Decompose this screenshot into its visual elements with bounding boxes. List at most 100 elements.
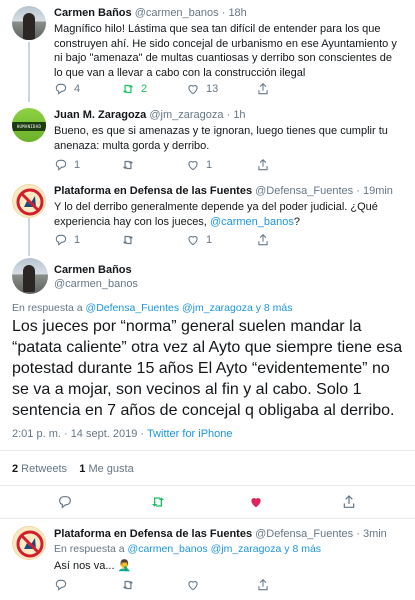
share-button[interactable] xyxy=(256,233,270,247)
reply-icon xyxy=(55,234,67,246)
like-count: 1 xyxy=(206,159,213,171)
no-entry-logo-icon xyxy=(16,530,44,558)
retweet-icon xyxy=(122,84,134,94)
author-handle[interactable]: @Defensa_Fuentes xyxy=(255,185,353,197)
share-button[interactable] xyxy=(341,494,357,515)
share-icon xyxy=(258,234,268,246)
tweet-stats: 2 Retweets 1 Me gusta xyxy=(12,463,134,475)
retweet-icon xyxy=(122,580,134,590)
mention-link[interactable]: @carmen_banos xyxy=(210,216,294,228)
dot-separator: · xyxy=(356,528,360,540)
retweet-count: 2 xyxy=(141,83,148,95)
reply-button[interactable]: 1 xyxy=(54,233,80,247)
reply-count: 4 xyxy=(74,83,81,95)
retweets-label: Retweets xyxy=(18,463,68,475)
share-button[interactable] xyxy=(256,158,270,172)
author-name[interactable]: Juan M. Zaragoza xyxy=(54,109,146,121)
reply-icon xyxy=(59,496,71,509)
tweet-time[interactable]: 18h xyxy=(228,7,246,19)
reply-icon xyxy=(55,83,67,95)
tweet-header: Juan M. Zaragoza @jm_zaragoza · 1h xyxy=(54,108,246,122)
tweet-zaragoza[interactable]: HUMANIDAD Juan M. Zaragoza @jm_zaragoza … xyxy=(0,106,415,176)
retweet-button[interactable] xyxy=(121,233,135,247)
tweet-plataforma-1[interactable]: Plataforma en Defensa de las Fuentes @De… xyxy=(0,180,415,252)
author-handle[interactable]: @jm_zaragoza xyxy=(149,109,223,121)
dot-separator: · xyxy=(356,185,360,197)
reply-mentions[interactable]: @Defensa_Fuentes @jm_zaragoza xyxy=(86,302,253,314)
tweet-actions xyxy=(54,578,354,594)
tweet-carmen-1[interactable]: Carmen Baños @carmen_banos · 18h Magnífi… xyxy=(0,0,415,104)
like-button[interactable]: 1 xyxy=(186,158,212,172)
reply-button[interactable] xyxy=(57,494,73,515)
avatar[interactable]: HUMANIDAD xyxy=(12,108,46,142)
share-icon xyxy=(258,579,268,591)
divider xyxy=(0,518,415,519)
like-button[interactable]: 1 xyxy=(186,233,212,247)
like-button[interactable] xyxy=(248,494,264,515)
share-button[interactable] xyxy=(256,82,270,96)
author-name[interactable]: Carmen Baños xyxy=(54,7,132,19)
tweet-header: Plataforma en Defensa de las Fuentes @De… xyxy=(54,184,393,198)
tweet-text: Bueno, es que si amenazas y te ignoran, … xyxy=(54,125,388,152)
author-name[interactable]: Carmen Baños xyxy=(54,263,138,277)
author-name[interactable]: Plataforma en Defensa de las Fuentes xyxy=(54,528,252,540)
avatar[interactable] xyxy=(12,526,46,560)
tweet-text-part: ? xyxy=(293,215,300,228)
retweet-icon xyxy=(122,235,134,245)
heart-icon xyxy=(188,85,198,95)
dot-separator: · xyxy=(226,109,231,121)
replying-to: En respuesta a @Defensa_Fuentes @jm_zara… xyxy=(12,302,292,314)
heart-icon xyxy=(188,236,198,246)
tweet-actions: 4 2 13 xyxy=(54,82,354,98)
tweet-time[interactable]: 19min xyxy=(363,185,393,197)
no-entry-logo-icon xyxy=(16,188,44,216)
reply-icon xyxy=(55,579,67,591)
like-button[interactable]: 13 xyxy=(186,82,218,96)
share-button[interactable] xyxy=(256,578,270,592)
main-tweet: Carmen Baños @carmen_banos En respuesta … xyxy=(0,256,415,514)
reply-button[interactable] xyxy=(54,578,68,592)
replying-to-label: En respuesta a xyxy=(12,302,86,314)
retweets-stat[interactable]: 2 Retweets xyxy=(12,463,67,475)
tweet-datetime[interactable]: 2:01 p. m. · 14 sept. 2019 · xyxy=(12,428,147,440)
avatar[interactable] xyxy=(12,6,46,40)
retweet-button[interactable]: 2 xyxy=(121,82,147,96)
author-handle[interactable]: @Defensa_Fuentes xyxy=(255,528,353,540)
reply-button[interactable]: 1 xyxy=(54,158,80,172)
avatar[interactable] xyxy=(12,258,48,294)
main-tweet-text: Los jueces por “norma” general suelen ma… xyxy=(12,318,403,419)
avatar-logo-text: HUMANIDAD xyxy=(12,122,46,131)
share-icon xyxy=(258,159,268,171)
tweet-meta: 2:01 p. m. · 14 sept. 2019 · Twitter for… xyxy=(12,428,233,440)
author-handle[interactable]: @carmen_banos xyxy=(54,277,138,291)
reply-button[interactable]: 4 xyxy=(54,82,80,96)
tweet-source[interactable]: Twitter for iPhone xyxy=(147,428,233,440)
reply-more-link[interactable]: y 8 más xyxy=(253,302,293,314)
retweet-button[interactable] xyxy=(121,578,135,592)
replying-to: En respuesta a @carmen_banos @jm_zaragoz… xyxy=(54,543,321,555)
retweet-icon xyxy=(122,160,134,170)
tweet-header: Plataforma en Defensa de las Fuentes @De… xyxy=(54,527,387,541)
tweet-text: Magnífico hilo! Lástima que sea tan difí… xyxy=(54,23,397,79)
reply-count: 1 xyxy=(74,159,81,171)
retweet-button[interactable] xyxy=(150,494,166,515)
author-handle[interactable]: @carmen_banos xyxy=(135,7,219,19)
tweet-plataforma-reply[interactable]: Plataforma en Defensa de las Fuentes @De… xyxy=(0,522,415,600)
author-name[interactable]: Plataforma en Defensa de las Fuentes xyxy=(54,185,252,197)
reply-icon xyxy=(55,159,67,171)
retweet-button[interactable] xyxy=(121,158,135,172)
tweet-time[interactable]: 3min xyxy=(363,528,387,540)
tweet-time[interactable]: 1h xyxy=(233,109,245,121)
share-icon xyxy=(343,495,355,508)
like-count: 1 xyxy=(206,234,213,246)
reply-mentions[interactable]: @carmen_banos @jm_zaragoza xyxy=(128,543,282,555)
avatar[interactable] xyxy=(12,184,46,218)
likes-stat[interactable]: 1 Me gusta xyxy=(79,463,133,475)
heart-filled-icon xyxy=(251,498,261,508)
tweet-actions: 1 1 xyxy=(54,158,354,174)
main-tweet-actions xyxy=(0,494,415,512)
reply-more-link[interactable]: y 8 más xyxy=(281,543,321,555)
divider xyxy=(0,450,415,451)
like-button[interactable] xyxy=(186,578,200,592)
retweet-icon xyxy=(152,497,164,507)
